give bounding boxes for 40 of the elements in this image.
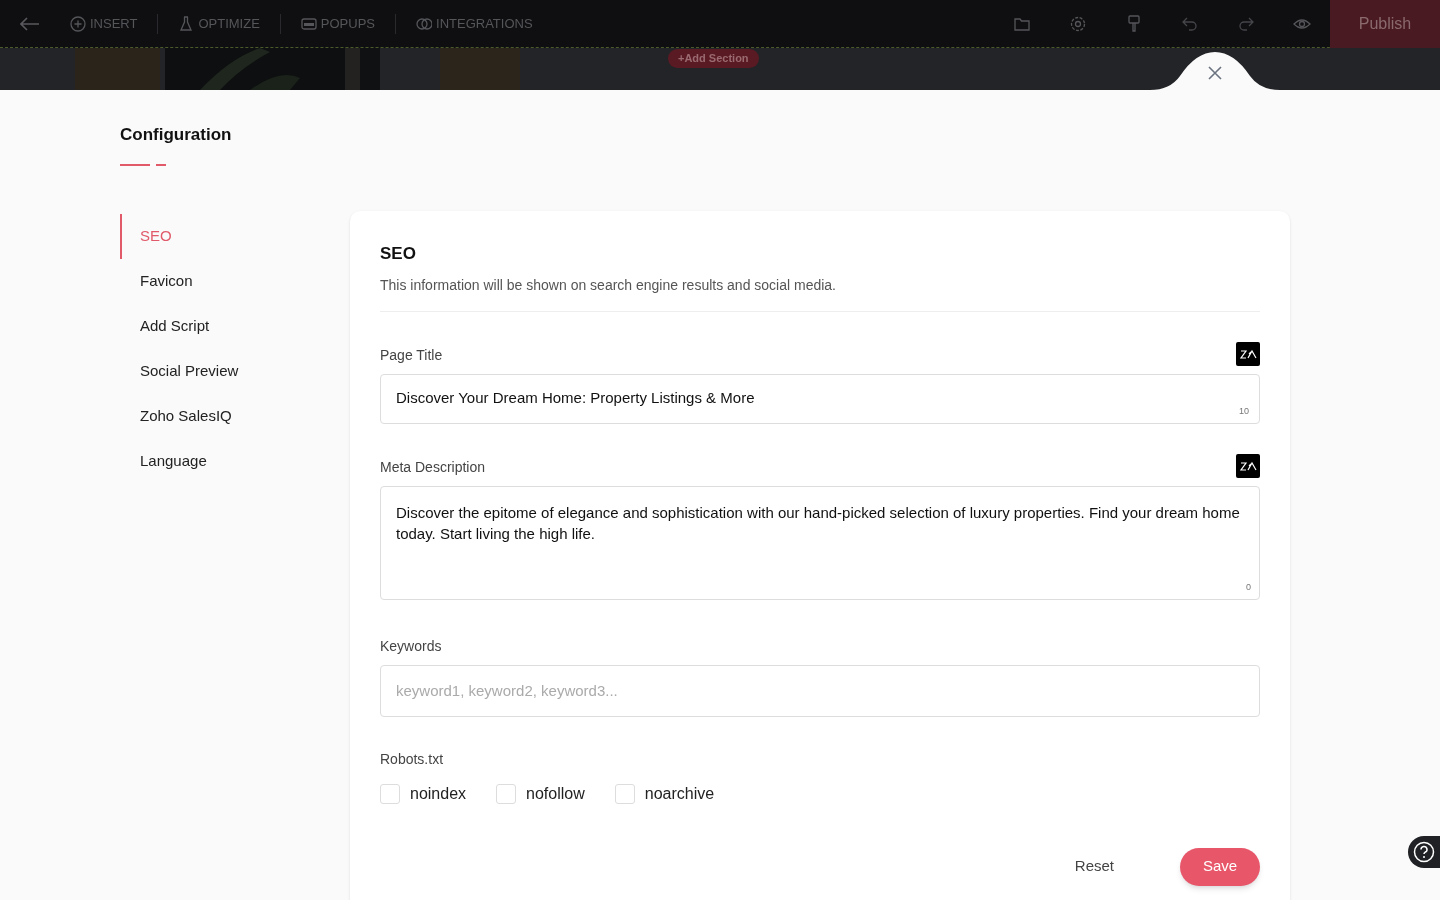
save-button[interactable]: Save (1180, 847, 1260, 886)
settings-icon (1069, 14, 1087, 33)
field-value: Discover Your Dream Home: Property Listings & More (396, 388, 755, 409)
section-title: SEO (380, 243, 417, 265)
checkbox-label: noarchive (644, 783, 715, 804)
close-icon (1208, 66, 1222, 80)
optimize-icon (178, 15, 195, 32)
field-label: Meta Description (380, 457, 486, 477)
back-arrow-icon (20, 16, 40, 31)
field-value: Discover the epitome of elegance and sophistication with our hand-picked selection of luxury properties. Find your dream home today. Start living the high life. (396, 502, 1241, 544)
reset-button[interactable]: Reset (1074, 855, 1114, 878)
popups-icon (300, 15, 317, 32)
field-label: Page Title (380, 345, 443, 365)
field-label: Robots.txt (380, 749, 445, 769)
help-icon (1413, 841, 1435, 863)
nav-item[interactable]: Add Script (120, 303, 350, 349)
checkbox-label: noindex (410, 783, 467, 804)
character-count: 0 (1246, 581, 1251, 594)
integrations-icon (416, 15, 432, 32)
checkbox-label: nofollow (526, 783, 585, 804)
meta-description-field[interactable]: Discover the epitome of elegance and sophistication with our hand-picked selection of luxury properties. Find your dream home today. Start living the high life. 0 (380, 485, 1260, 600)
configuration-title: Configuration (120, 124, 233, 146)
nav-item[interactable]: Zoho SalesIQ (120, 393, 350, 439)
nav-item[interactable]: Social Preview (120, 348, 350, 394)
page-title-field[interactable]: Discover Your Dream Home: Property Listings & More 10 (380, 373, 1260, 424)
checkbox[interactable] (614, 783, 635, 804)
ai-assist-icon[interactable] (1236, 453, 1260, 478)
close-button[interactable] (1206, 64, 1224, 82)
keywords-field[interactable]: keyword1, keyword2, keyword3... (380, 664, 1260, 717)
section-description: This information will be shown on search engine results and social media. (380, 274, 1260, 312)
field-label: Keywords (380, 636, 443, 656)
insert-icon (70, 15, 86, 32)
nav-item[interactable]: Language (120, 438, 350, 484)
nav-item[interactable]: Favicon (120, 258, 350, 304)
help-button[interactable] (1408, 836, 1440, 868)
character-count: 10 (1239, 405, 1249, 418)
ai-assist-icon[interactable] (1236, 341, 1260, 366)
checkbox[interactable] (380, 783, 400, 804)
checkbox[interactable] (496, 783, 517, 804)
paintbrush-icon (1125, 14, 1143, 33)
